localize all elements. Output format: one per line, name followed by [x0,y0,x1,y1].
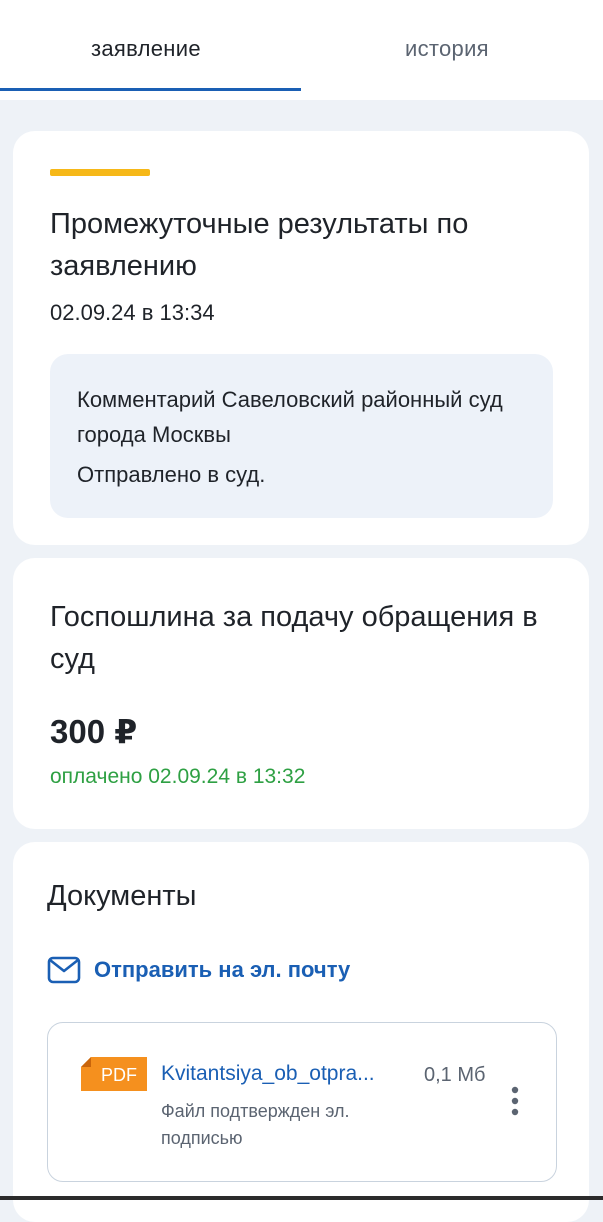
document-name[interactable]: Kvitantsiya_ob_otpra... [161,1062,375,1086]
send-email-link[interactable]: Отправить на эл. почту [47,955,350,985]
tab-history[interactable]: история [405,36,489,62]
fee-amount: 300 ₽ [50,713,138,750]
send-email-label: Отправить на эл. почту [94,957,351,982]
accent-bar [50,169,150,176]
active-tab-indicator [0,88,301,91]
result-date: 02.09.24 в 13:34 [50,300,215,325]
fee-title: Госпошлина за подачу обращения в суд [50,601,538,675]
documents-title: Документы [47,880,197,912]
tab-bar: заявление история [0,0,603,100]
state-fee-card: Госпошлина за подачу обращения в суд 300… [13,558,589,829]
result-title: Промежуточные результаты по заявлению [50,208,469,282]
tab-application[interactable]: заявление [91,36,201,62]
comment-box: Комментарий Савеловский районный суд гор… [50,354,553,518]
bottom-edge [0,1196,603,1200]
document-size: 0,1 Мб [424,1064,486,1086]
more-vertical-icon[interactable] [507,1085,523,1117]
comment-title: Комментарий Савеловский районный суд гор… [77,387,503,447]
intermediate-results-card: Промежуточные результаты по заявлению 02… [13,131,589,545]
mail-icon [47,956,81,984]
documents-card: Документы Отправить на эл. почту PDF Kvi… [13,842,589,1222]
fee-status: оплачено 02.09.24 в 13:32 [50,765,306,788]
pdf-badge-label: PDF [101,1065,137,1085]
document-item[interactable]: PDF Kvitantsiya_ob_otpra... 0,1 Мб Файл … [47,1022,557,1182]
pdf-file-icon: PDF [81,1057,147,1091]
document-signature-note: Файл подтвержден эл. подписью [161,1101,350,1148]
comment-text: Отправлено в суд. [77,462,266,487]
